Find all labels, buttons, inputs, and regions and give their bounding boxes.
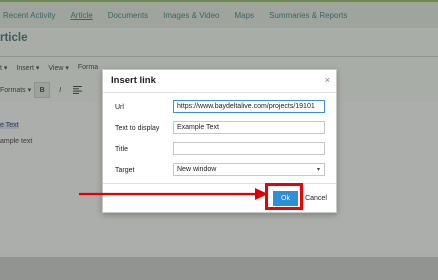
target-select[interactable]: New window ▾ [173, 163, 325, 176]
dialog-title: Insert link [111, 75, 156, 86]
caret-down-icon: ▾ [316, 167, 320, 173]
text-to-display-label: Text to display [115, 125, 160, 132]
url-label: Url [115, 104, 124, 111]
dialog-header-divider [103, 92, 336, 93]
title-label: Title [115, 146, 128, 153]
text-to-display-input[interactable]: Example Text [173, 121, 325, 134]
ok-highlight-box [265, 183, 303, 210]
cancel-button[interactable]: Cancel [301, 191, 331, 206]
title-input[interactable] [173, 142, 325, 155]
target-label: Target [115, 167, 135, 174]
close-icon[interactable]: × [325, 75, 330, 85]
url-input[interactable]: https://www.baydeltalive.com/projects/19… [173, 100, 325, 113]
target-select-value: New window [177, 166, 217, 173]
red-arrow-annotation [79, 188, 268, 200]
